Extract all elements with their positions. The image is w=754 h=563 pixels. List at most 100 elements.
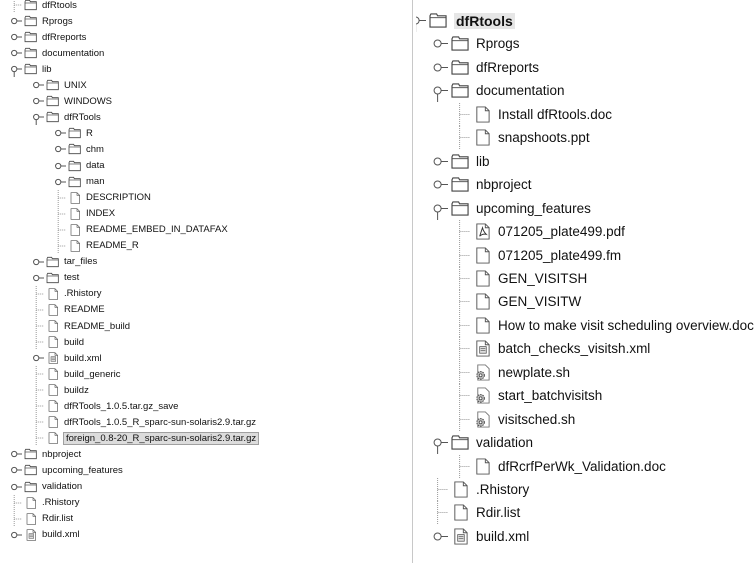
tree-node-man[interactable]: man bbox=[54, 174, 104, 190]
tree-node-rdir-list[interactable]: Rdir.list bbox=[10, 510, 73, 527]
tree-node-label: README_build bbox=[64, 320, 130, 332]
tree-node-lib[interactable]: lib bbox=[10, 61, 52, 78]
tree-node-label: .Rhistory bbox=[476, 482, 530, 497]
tree-node-build-xml[interactable]: build.xml bbox=[432, 525, 529, 548]
tree-node-unix[interactable]: UNIX bbox=[32, 77, 87, 93]
tree-node-data[interactable]: data bbox=[54, 158, 105, 174]
tree-node-description[interactable]: DESCRIPTION bbox=[54, 189, 151, 206]
expand-handle-expanded-icon[interactable] bbox=[10, 61, 22, 78]
tree-node-windows[interactable]: WINDOWS bbox=[32, 93, 112, 109]
tree-node-test[interactable]: test bbox=[32, 270, 79, 286]
tree-node-rhistory[interactable]: .Rhistory bbox=[432, 478, 529, 501]
tree-line-connector bbox=[32, 398, 44, 415]
tree-node-chm[interactable]: chm bbox=[54, 141, 104, 157]
folder-icon bbox=[429, 12, 448, 29]
expand-handle-collapsed-icon[interactable] bbox=[10, 0, 22, 13]
expand-handle-collapsed-icon[interactable] bbox=[32, 93, 44, 109]
expand-handle-expanded-icon[interactable] bbox=[432, 431, 448, 455]
expand-handle-collapsed-icon[interactable] bbox=[432, 525, 448, 548]
expand-handle-collapsed-icon[interactable] bbox=[10, 29, 22, 45]
expand-handle-collapsed-icon[interactable] bbox=[54, 141, 66, 157]
expand-handle-collapsed-icon[interactable] bbox=[432, 150, 448, 173]
tree-node-build-xml[interactable]: build.xml bbox=[32, 350, 102, 366]
expand-handle-collapsed-icon[interactable] bbox=[10, 462, 22, 478]
tree-node-tar-files[interactable]: tar_files bbox=[32, 254, 97, 270]
expand-handle-collapsed-icon[interactable] bbox=[32, 77, 44, 93]
tree-node-dfrcrfperwk-validation-doc[interactable]: dfRcrfPerWk_Validation.doc bbox=[454, 454, 666, 478]
tree-node-upcoming-features[interactable]: upcoming_features bbox=[432, 197, 591, 220]
tree-node-nbproject[interactable]: nbproject bbox=[432, 173, 532, 196]
expand-handle-expanded-icon[interactable] bbox=[416, 9, 426, 32]
expand-handle-expanded-icon[interactable] bbox=[432, 79, 448, 103]
tree-node-index[interactable]: INDEX bbox=[54, 205, 115, 222]
tree-node-upcoming-features[interactable]: upcoming_features bbox=[10, 462, 123, 478]
expand-handle-collapsed-icon[interactable] bbox=[10, 45, 22, 61]
tree-node-foreign-0-8-20-r-sparc-sun-solaris2-9-tar-gz[interactable]: foreign_0.8-20_R_sparc-sun-solaris2.9.ta… bbox=[32, 430, 260, 447]
tree-node-rhistory[interactable]: .Rhistory bbox=[10, 494, 79, 511]
expand-handle-collapsed-icon[interactable] bbox=[10, 527, 22, 543]
tree-node-readme-r[interactable]: README_R bbox=[54, 237, 139, 254]
tree-node-nbproject[interactable]: nbproject bbox=[10, 446, 81, 462]
expand-handle-collapsed-icon[interactable] bbox=[54, 158, 66, 174]
expand-handle-collapsed-icon[interactable] bbox=[10, 13, 22, 29]
folder-icon bbox=[46, 272, 60, 284]
file-icon bbox=[46, 368, 60, 380]
tree-node-gen-visitw[interactable]: GEN_VISITW bbox=[454, 290, 581, 314]
expand-handle-collapsed-icon[interactable] bbox=[432, 56, 448, 79]
file-icon bbox=[473, 293, 492, 310]
tree-node-visitsched-sh[interactable]: visitsched.sh bbox=[454, 407, 575, 431]
tree-node-dfrreports[interactable]: dfRreports bbox=[432, 56, 539, 79]
expand-handle-collapsed-icon[interactable] bbox=[54, 125, 66, 141]
tree-node-label: dfRreports bbox=[42, 31, 87, 43]
tree-node-label: R bbox=[86, 127, 93, 139]
tree-node-snapshoots-ppt[interactable]: snapshoots.ppt bbox=[454, 126, 590, 150]
tree-node-071205-plate499-fm[interactable]: 071205_plate499.fm bbox=[454, 243, 621, 267]
tree-node-install-dfrtools-doc[interactable]: Install dfRtools.doc bbox=[454, 102, 612, 126]
tree-node-build[interactable]: build bbox=[32, 334, 84, 351]
tree-node-rprogs[interactable]: Rprogs bbox=[10, 13, 73, 29]
tree-node-readme-embed-in-datafax[interactable]: README_EMBED_IN_DATAFAX bbox=[54, 221, 228, 238]
tree-node-buildz[interactable]: buildz bbox=[32, 382, 89, 399]
tree-node-dfrtools[interactable]: dfRtools bbox=[10, 0, 77, 13]
file-icon bbox=[46, 304, 60, 316]
tree-node-documentation[interactable]: documentation bbox=[432, 79, 565, 103]
expand-handle-collapsed-icon[interactable] bbox=[32, 350, 44, 366]
expand-handle-collapsed-icon[interactable] bbox=[32, 254, 44, 270]
tree-node-dfrtools[interactable]: dfRtools bbox=[416, 9, 515, 32]
tree-node-label: build.xml bbox=[476, 528, 530, 544]
tree-node-validation[interactable]: validation bbox=[10, 479, 82, 495]
folder-icon bbox=[451, 59, 470, 76]
file-icon bbox=[46, 432, 60, 445]
expand-handle-expanded-icon[interactable] bbox=[32, 109, 44, 126]
tree-node-build-generic[interactable]: build_generic bbox=[32, 366, 121, 383]
expand-handle-collapsed-icon[interactable] bbox=[432, 32, 448, 55]
expand-handle-collapsed-icon[interactable] bbox=[32, 270, 44, 286]
tree-node-validation[interactable]: validation bbox=[432, 431, 533, 455]
tree-node-batch-checks-visitsh-xml[interactable]: batch_checks_visitsh.xml bbox=[454, 337, 650, 361]
expand-handle-collapsed-icon[interactable] bbox=[10, 446, 22, 462]
tree-node-dfrreports[interactable]: dfRreports bbox=[10, 29, 86, 45]
tree-node-rhistory[interactable]: .Rhistory bbox=[32, 285, 101, 302]
expand-handle-collapsed-icon[interactable] bbox=[54, 174, 66, 190]
tree-node-gen-visitsh[interactable]: GEN_VISITSH bbox=[454, 266, 587, 290]
tree-node-how-to-make-visit-scheduling-overview-doc[interactable]: How to make visit scheduling overview.do… bbox=[454, 313, 754, 337]
expand-handle-collapsed-icon[interactable] bbox=[432, 173, 448, 196]
tree-node-start-batchvisitsh[interactable]: start_batchvisitsh bbox=[454, 384, 602, 408]
tree-node-documentation[interactable]: documentation bbox=[10, 45, 104, 61]
tree-node-r[interactable]: R bbox=[54, 125, 93, 141]
tree-node-dfrtools-1-0-5-r-sparc-sun-solaris2-9-tar-gz[interactable]: dfRTools_1.0.5_R_sparc-sun-solaris2.9.ta… bbox=[32, 414, 256, 431]
tree-node-label: DESCRIPTION bbox=[86, 192, 151, 204]
tree-node-readme-build[interactable]: README_build bbox=[32, 318, 130, 334]
tree-node-readme[interactable]: README bbox=[32, 301, 105, 318]
tree-node-newplate-sh[interactable]: newplate.sh bbox=[454, 360, 570, 384]
tree-node-rprogs[interactable]: Rprogs bbox=[432, 32, 520, 55]
expand-handle-expanded-icon[interactable] bbox=[432, 197, 448, 220]
tree-node-dfrtools-1-0-5-tar-gz-save[interactable]: dfRTools_1.0.5.tar.gz_save bbox=[32, 398, 178, 415]
tree-node-dfrtools[interactable]: dfRTools bbox=[32, 109, 101, 126]
expand-handle-collapsed-icon[interactable] bbox=[10, 479, 22, 495]
tree-line-connector bbox=[454, 243, 470, 267]
tree-node-071205-plate499-pdf[interactable]: 071205_plate499.pdf bbox=[454, 220, 625, 244]
tree-node-lib[interactable]: lib bbox=[432, 150, 490, 173]
tree-node-build-xml[interactable]: build.xml bbox=[10, 527, 80, 543]
tree-node-rdir-list[interactable]: Rdir.list bbox=[432, 501, 520, 525]
